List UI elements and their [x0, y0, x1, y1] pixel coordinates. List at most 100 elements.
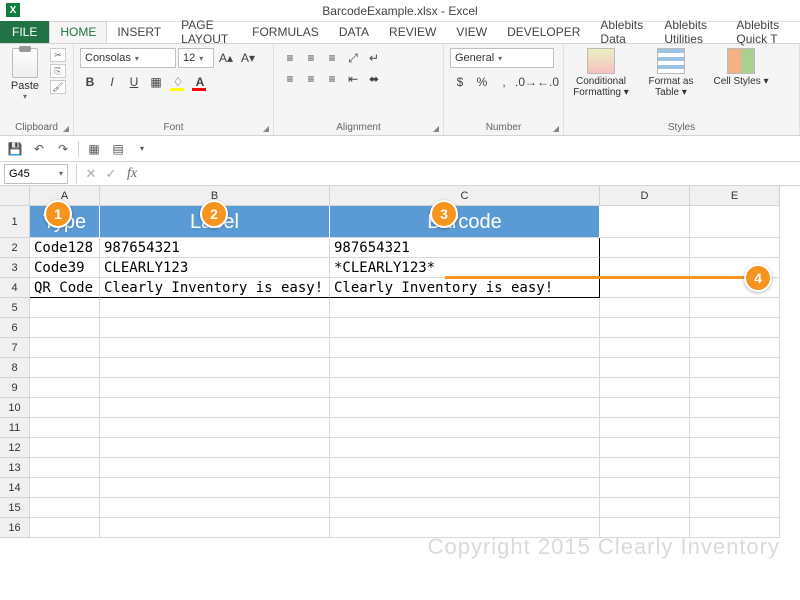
- tab-file[interactable]: FILE: [0, 21, 49, 43]
- cell[interactable]: [100, 338, 330, 358]
- tab-view[interactable]: VIEW: [446, 21, 497, 43]
- cell[interactable]: 987654321: [100, 238, 330, 258]
- qat-customize[interactable]: ▾: [133, 140, 151, 158]
- wrap-text-button[interactable]: ↵: [364, 48, 384, 68]
- cell[interactable]: [600, 478, 690, 498]
- cell[interactable]: [600, 418, 690, 438]
- row-header[interactable]: 6: [0, 318, 30, 338]
- italic-button[interactable]: I: [102, 72, 122, 92]
- cell[interactable]: [100, 518, 330, 538]
- cell[interactable]: [690, 298, 780, 318]
- cell[interactable]: [30, 478, 100, 498]
- cell[interactable]: [330, 358, 600, 378]
- conditional-formatting-button[interactable]: Conditional Formatting ▾: [570, 48, 632, 98]
- row-header[interactable]: 1: [0, 206, 30, 238]
- worksheet-grid[interactable]: A B C D E 1TypeLabelBarcode2Code12898765…: [0, 186, 800, 538]
- tab-page-layout[interactable]: PAGE LAYOUT: [171, 21, 242, 43]
- name-box[interactable]: G45▾: [4, 164, 68, 184]
- col-header-e[interactable]: E: [690, 186, 780, 206]
- row-header[interactable]: 3: [0, 258, 30, 278]
- cell[interactable]: [100, 358, 330, 378]
- launcher-icon[interactable]: ◢: [263, 124, 269, 133]
- font-size-combo[interactable]: 12▾: [178, 48, 214, 68]
- cell[interactable]: [100, 458, 330, 478]
- row-header[interactable]: 13: [0, 458, 30, 478]
- cell[interactable]: [330, 418, 600, 438]
- decrease-indent-button[interactable]: ⇤: [343, 69, 363, 89]
- format-painter-button[interactable]: 🖌: [50, 80, 66, 94]
- cell[interactable]: [100, 398, 330, 418]
- cell[interactable]: [330, 498, 600, 518]
- paste-button[interactable]: Paste ▾: [6, 48, 44, 101]
- cell[interactable]: [330, 438, 600, 458]
- row-header[interactable]: 15: [0, 498, 30, 518]
- cell[interactable]: [30, 418, 100, 438]
- cell[interactable]: Barcode: [330, 206, 600, 238]
- cell[interactable]: [100, 498, 330, 518]
- col-header-d[interactable]: D: [600, 186, 690, 206]
- align-middle-button[interactable]: ≡: [301, 48, 321, 68]
- cell[interactable]: [100, 378, 330, 398]
- cell[interactable]: CLEARLY123: [100, 258, 330, 278]
- tab-review[interactable]: REVIEW: [379, 21, 446, 43]
- currency-button[interactable]: $: [450, 72, 470, 92]
- cell[interactable]: [30, 358, 100, 378]
- shrink-font-button[interactable]: A▾: [238, 48, 258, 68]
- cell-styles-button[interactable]: Cell Styles ▾: [710, 48, 772, 98]
- cell[interactable]: [30, 458, 100, 478]
- qat-button-2[interactable]: ▤: [109, 140, 127, 158]
- cell[interactable]: [690, 398, 780, 418]
- decrease-decimal-button[interactable]: ←.0: [538, 72, 558, 92]
- select-all-corner[interactable]: [0, 186, 30, 206]
- cell[interactable]: QR Code: [30, 278, 100, 298]
- row-header[interactable]: 5: [0, 298, 30, 318]
- merge-button[interactable]: ⬌: [364, 69, 384, 89]
- cell[interactable]: [690, 318, 780, 338]
- percent-button[interactable]: %: [472, 72, 492, 92]
- grow-font-button[interactable]: A▴: [216, 48, 236, 68]
- cell[interactable]: Code39: [30, 258, 100, 278]
- cell[interactable]: [690, 378, 780, 398]
- font-name-combo[interactable]: Consolas▾: [80, 48, 176, 68]
- increase-decimal-button[interactable]: .0→: [516, 72, 536, 92]
- cell[interactable]: [30, 318, 100, 338]
- cell[interactable]: [690, 418, 780, 438]
- row-header[interactable]: 10: [0, 398, 30, 418]
- comma-button[interactable]: ,: [494, 72, 514, 92]
- cell[interactable]: [690, 478, 780, 498]
- cell[interactable]: [30, 398, 100, 418]
- cell[interactable]: [600, 338, 690, 358]
- cell[interactable]: Code128: [30, 238, 100, 258]
- align-bottom-button[interactable]: ≡: [322, 48, 342, 68]
- cell[interactable]: [330, 318, 600, 338]
- cell[interactable]: [330, 298, 600, 318]
- cell[interactable]: [30, 378, 100, 398]
- tab-insert[interactable]: INSERT: [107, 21, 171, 43]
- cell[interactable]: 987654321: [330, 238, 600, 258]
- cell[interactable]: [690, 206, 780, 238]
- cell[interactable]: [690, 498, 780, 518]
- cell[interactable]: [600, 518, 690, 538]
- format-as-table-button[interactable]: Format as Table ▾: [640, 48, 702, 98]
- cell[interactable]: *CLEARLY123*: [330, 258, 600, 278]
- launcher-icon[interactable]: ◢: [433, 124, 439, 133]
- cell[interactable]: [30, 518, 100, 538]
- cell[interactable]: [600, 358, 690, 378]
- align-left-button[interactable]: ≡: [280, 69, 300, 89]
- row-header[interactable]: 16: [0, 518, 30, 538]
- row-header[interactable]: 7: [0, 338, 30, 358]
- tab-developer[interactable]: DEVELOPER: [497, 21, 590, 43]
- formula-input[interactable]: [143, 164, 800, 184]
- cell[interactable]: [600, 206, 690, 238]
- cell[interactable]: [330, 398, 600, 418]
- cell[interactable]: Clearly Inventory is easy!: [330, 278, 600, 298]
- cell[interactable]: [330, 338, 600, 358]
- cell[interactable]: [30, 498, 100, 518]
- row-header[interactable]: 9: [0, 378, 30, 398]
- cell[interactable]: [690, 518, 780, 538]
- cell[interactable]: [600, 378, 690, 398]
- cell[interactable]: [690, 358, 780, 378]
- underline-button[interactable]: U: [124, 72, 144, 92]
- fill-color-button[interactable]: ♢: [168, 72, 188, 92]
- align-top-button[interactable]: ≡: [280, 48, 300, 68]
